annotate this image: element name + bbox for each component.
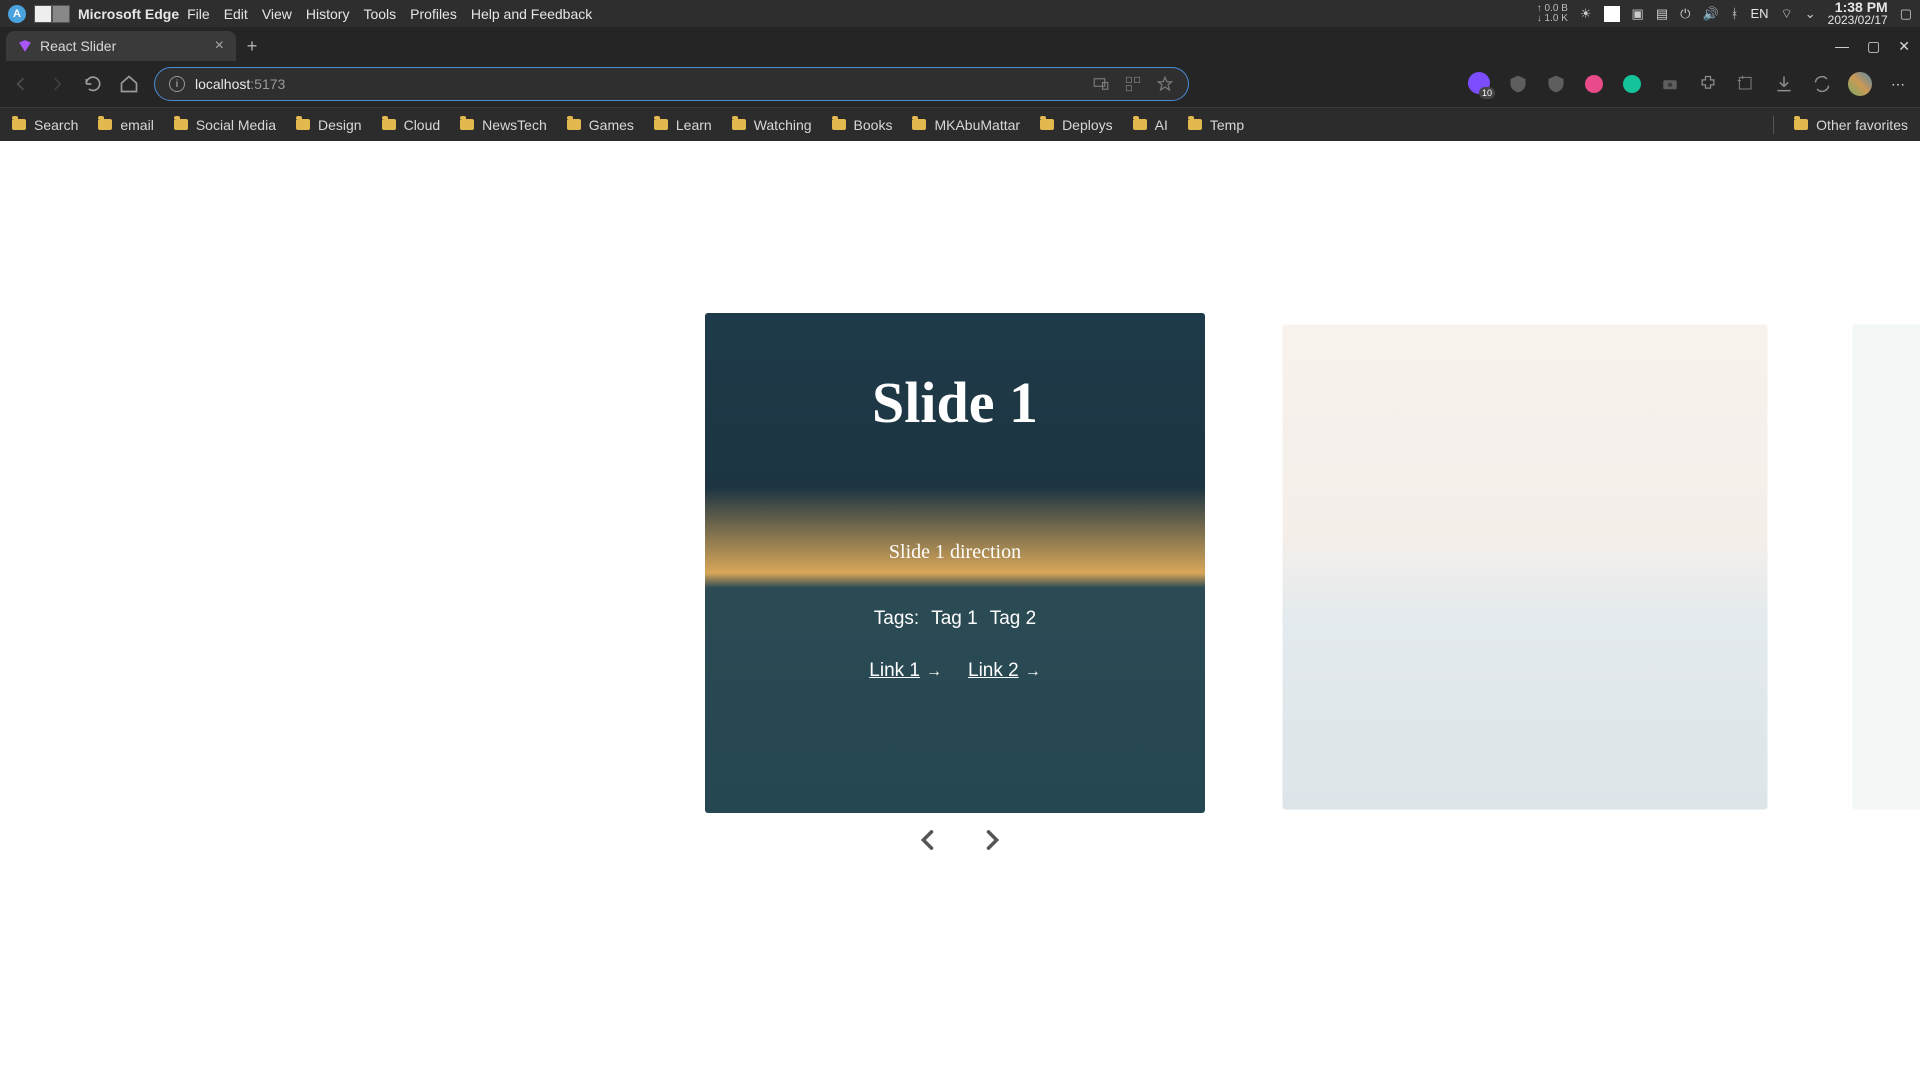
active-app-name: Microsoft Edge — [78, 6, 179, 22]
bookmark-games[interactable]: Games — [567, 117, 634, 133]
power-icon[interactable]: ⏻ — [1680, 6, 1690, 22]
clock[interactable]: 1:38 PM 2023/02/17 — [1828, 1, 1888, 27]
close-tab-button[interactable]: × — [215, 37, 224, 55]
next-button[interactable] — [978, 826, 1006, 854]
bookmarks-bar: Search email Social Media Design Cloud N… — [0, 107, 1920, 141]
menu-profiles[interactable]: Profiles — [410, 6, 457, 22]
arrow-right-icon: → — [1025, 663, 1041, 680]
ublock-ext[interactable] — [1506, 72, 1530, 96]
bookmark-social[interactable]: Social Media — [174, 117, 276, 133]
url-text: localhost:5173 — [195, 76, 1082, 92]
home-button[interactable] — [118, 73, 140, 95]
bookmark-deploys[interactable]: Deploys — [1040, 117, 1113, 133]
noscript-ext[interactable] — [1582, 72, 1606, 96]
task-switcher[interactable] — [34, 5, 70, 23]
downloads-button[interactable] — [1772, 72, 1796, 96]
slide-peek[interactable] — [1853, 325, 1920, 810]
bookmark-design[interactable]: Design — [296, 117, 362, 133]
bookmark-learn[interactable]: Learn — [654, 117, 712, 133]
bluetooth-icon[interactable]: ᚼ — [1731, 6, 1739, 21]
extensions-row: 10 ⋯ — [1468, 72, 1910, 96]
menu-file[interactable]: File — [187, 6, 210, 22]
browser-tab[interactable]: React Slider × — [6, 31, 236, 61]
favorite-icon[interactable] — [1156, 75, 1174, 93]
page-content: Slide 1 Slide 1 direction Tags: Tag 1 Ta… — [0, 141, 1920, 1080]
slide-link-2[interactable]: Link 2 — [968, 660, 1019, 681]
back-button[interactable] — [10, 73, 32, 95]
slide-next[interactable] — [1283, 325, 1768, 810]
more-menu-button[interactable]: ⋯ — [1886, 72, 1910, 96]
tab-bar: React Slider × + — ▢ ✕ — [0, 27, 1920, 61]
os-menu-bar: A Microsoft Edge File Edit View History … — [0, 0, 1920, 27]
minimize-button[interactable]: — — [1835, 38, 1849, 55]
menu-edit[interactable]: Edit — [224, 6, 248, 22]
tab-title: React Slider — [40, 38, 116, 54]
prev-button[interactable] — [914, 826, 942, 854]
address-bar[interactable]: i localhost:5173 — [154, 67, 1189, 101]
profile-avatar[interactable] — [1848, 72, 1872, 96]
tag-item: Tag 1 — [931, 608, 977, 630]
chevron-down-icon[interactable]: ⌄ — [1805, 6, 1816, 22]
vite-icon — [18, 39, 32, 53]
divider — [1773, 116, 1774, 134]
desktop-icon[interactable]: ▢ — [1900, 6, 1912, 22]
slide-link-1[interactable]: Link 1 — [869, 660, 920, 681]
wifi-icon[interactable]: ⌔ — [1781, 6, 1793, 22]
slide-links: Link 1 → Link 2 → — [869, 660, 1040, 682]
arrow-right-icon: → — [926, 663, 942, 680]
app-menu: File Edit View History Tools Profiles He… — [187, 6, 592, 22]
device-icon[interactable] — [1092, 75, 1110, 93]
slide-direction: Slide 1 direction — [889, 541, 1021, 564]
bookmark-email[interactable]: email — [98, 117, 153, 133]
menu-tools[interactable]: Tools — [363, 6, 396, 22]
bookmark-newstech[interactable]: NewsTech — [460, 117, 547, 133]
terminal-icon[interactable]: ▣ — [1632, 6, 1644, 22]
collections-button[interactable] — [1734, 72, 1758, 96]
menu-history[interactable]: History — [306, 6, 350, 22]
sync-button[interactable] — [1810, 72, 1834, 96]
volume-icon[interactable]: 🔊 — [1702, 6, 1718, 22]
tray-app-icon[interactable] — [1604, 6, 1620, 22]
rewards-ext[interactable]: 10 — [1468, 72, 1492, 96]
distro-icon: A — [8, 5, 26, 23]
slide-tags: Tags: Tag 1 Tag 2 — [874, 608, 1036, 630]
bookmark-cloud[interactable]: Cloud — [382, 117, 441, 133]
bookmark-books[interactable]: Books — [832, 117, 893, 133]
keyboard-layout[interactable]: EN — [1750, 6, 1768, 21]
new-tab-button[interactable]: + — [236, 31, 268, 61]
browser-chrome: React Slider × + — ▢ ✕ i localhost:5173 — [0, 27, 1920, 141]
weather-icon[interactable]: ☀ — [1580, 6, 1592, 22]
qr-icon[interactable] — [1124, 75, 1142, 93]
forward-button[interactable] — [46, 73, 68, 95]
bookmark-search[interactable]: Search — [12, 117, 78, 133]
bookmark-mkabumattar[interactable]: MKAbuMattar — [912, 117, 1020, 133]
brave-ext[interactable] — [1544, 72, 1568, 96]
reload-button[interactable] — [82, 73, 104, 95]
camera-ext[interactable] — [1658, 72, 1682, 96]
site-info-icon[interactable]: i — [169, 76, 185, 92]
slider-nav — [0, 826, 1920, 854]
menu-view[interactable]: View — [262, 6, 292, 22]
close-window-button[interactable]: ✕ — [1898, 38, 1910, 55]
bookmark-temp[interactable]: Temp — [1188, 117, 1244, 133]
bookmark-ai[interactable]: AI — [1133, 117, 1168, 133]
tag-item: Tag 2 — [990, 608, 1036, 630]
slide-active[interactable]: Slide 1 Slide 1 direction Tags: Tag 1 Ta… — [705, 313, 1205, 813]
other-favorites[interactable]: Other favorites — [1794, 117, 1908, 133]
slider: Slide 1 Slide 1 direction Tags: Tag 1 Ta… — [0, 313, 1920, 823]
slide-title: Slide 1 — [872, 369, 1038, 436]
maximize-button[interactable]: ▢ — [1867, 38, 1880, 55]
grammarly-ext[interactable] — [1620, 72, 1644, 96]
bookmark-watching[interactable]: Watching — [732, 117, 812, 133]
network-rate: ↑ 0.0 B ↓ 1.0 K — [1537, 4, 1568, 24]
clipboard-icon[interactable]: ▤ — [1656, 6, 1668, 22]
extensions-menu[interactable] — [1696, 72, 1720, 96]
nav-bar: i localhost:5173 10 ⋯ — [0, 61, 1920, 107]
menu-help[interactable]: Help and Feedback — [471, 6, 592, 22]
tags-label: Tags: — [874, 608, 919, 630]
